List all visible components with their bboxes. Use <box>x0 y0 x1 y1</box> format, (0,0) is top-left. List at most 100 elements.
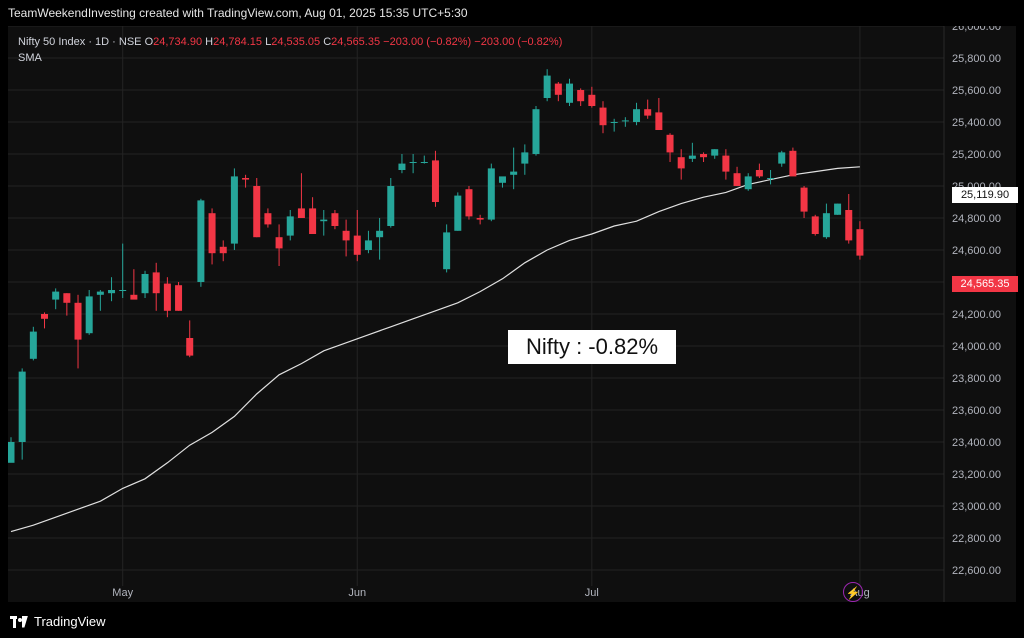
candle-body <box>834 203 842 215</box>
price-chart[interactable]: 22,600.00 22,800.00 23,000.00 23,200.00 23,4… <box>8 26 1016 602</box>
candle-body <box>18 371 26 442</box>
candle-body <box>688 155 696 159</box>
candle-body <box>85 296 93 334</box>
tradingview-logo-icon <box>10 615 28 628</box>
y-tick-label: 23,400.00 <box>952 437 1001 449</box>
candle-body <box>666 134 674 153</box>
candle-body <box>644 109 652 116</box>
candle-body <box>487 168 495 220</box>
lightning-icon[interactable]: ⚡ <box>843 582 863 602</box>
y-tick-label: 25,800.00 <box>952 53 1001 65</box>
candle-body <box>677 157 685 169</box>
y-tick-label: 23,600.00 <box>952 405 1001 417</box>
candle-body <box>320 219 328 222</box>
candle-body <box>733 173 741 186</box>
candle-body <box>52 291 60 300</box>
candle-body <box>744 176 752 190</box>
y-tick-label: 25,600.00 <box>952 85 1001 97</box>
candle-body <box>364 240 372 250</box>
footer-bar: TradingView <box>0 606 1024 638</box>
candle-body <box>387 186 395 226</box>
candle-body <box>845 210 853 241</box>
candle-body <box>264 213 272 225</box>
candle-body <box>566 83 573 103</box>
chart-legend: Nifty 50 Index · 1D · NSE O24,734.90 H24… <box>18 34 562 66</box>
candle-body <box>96 291 104 295</box>
candle-body <box>398 163 406 170</box>
legend-row-ohlc: Nifty 50 Index · 1D · NSE O24,734.90 H24… <box>18 34 562 50</box>
candle-body <box>275 237 283 249</box>
candle-body <box>755 170 763 177</box>
legend-high: 24,784.15 <box>213 36 263 48</box>
y-tick-label: 24,800.00 <box>952 213 1001 225</box>
candle-body <box>822 213 830 238</box>
candle-body <box>63 293 71 303</box>
candle-body <box>532 109 540 154</box>
x-tick-label: Jun <box>348 587 366 599</box>
x-tick-label: Jul <box>585 587 599 599</box>
candle-body <box>342 230 350 241</box>
candle-body <box>700 154 708 158</box>
y-tick-label: 23,200.00 <box>952 469 1001 481</box>
chart-panel[interactable]: 22,600.00 22,800.00 23,000.00 23,200.00 23,4… <box>8 26 1018 602</box>
candle-body <box>353 235 361 255</box>
legend-open: 24,734.90 <box>153 36 203 48</box>
candle-body <box>29 331 37 359</box>
candle-body <box>376 230 384 238</box>
candle-body <box>74 302 82 340</box>
candle-body <box>800 187 808 212</box>
candle-body <box>789 150 797 177</box>
candle-body <box>8 442 15 463</box>
candle-body <box>208 213 216 254</box>
candle-body <box>856 229 864 256</box>
legend-close: 24,565.35 <box>331 36 381 48</box>
candle-body <box>152 272 160 294</box>
tradingview-logo[interactable]: TradingView <box>10 614 106 629</box>
candle-body <box>242 178 250 180</box>
candle-body <box>197 200 205 282</box>
y-tick-label: 25,200.00 <box>952 149 1001 161</box>
y-tick-label: 24,600.00 <box>952 245 1001 257</box>
candle-body <box>141 274 149 294</box>
candle-body <box>443 232 451 270</box>
candle-body <box>778 152 786 164</box>
candle-body <box>711 149 719 156</box>
candle-body <box>722 155 730 172</box>
candle-body <box>130 294 138 300</box>
candle-body <box>510 171 518 175</box>
candle-body <box>253 186 261 238</box>
candle-body <box>610 122 618 123</box>
candle-body <box>309 208 317 234</box>
y-tick-label: 23,800.00 <box>952 373 1001 385</box>
x-tick-label: May <box>112 587 133 599</box>
candle-body <box>119 290 127 291</box>
legend-symbol: Nifty 50 Index · 1D · NSE <box>18 36 142 48</box>
y-tick-label: 26,000.00 <box>952 26 1001 33</box>
candle-body <box>175 285 183 311</box>
candle-body <box>577 90 585 102</box>
legend-close-label: C <box>323 36 332 48</box>
candle-body <box>230 176 238 244</box>
legend-low: 24,535.05 <box>271 36 321 48</box>
y-tick-label: 22,800.00 <box>952 533 1001 545</box>
sma-price-tag: 25,119.90 <box>952 187 1018 203</box>
candle-body <box>476 218 484 220</box>
candle-body <box>521 152 529 164</box>
candle-body <box>543 75 551 98</box>
candle-body <box>331 213 339 226</box>
candle-body <box>420 162 428 163</box>
legend-indicator: SMA <box>18 52 42 64</box>
candle-body <box>163 283 171 311</box>
candle-body <box>431 160 439 202</box>
candle-body <box>108 290 116 294</box>
candle-body <box>186 338 194 356</box>
candle-body <box>454 195 462 231</box>
candle-body <box>811 216 819 234</box>
candle-body <box>767 178 775 179</box>
last-price-tag: 24,565.35 <box>952 276 1018 292</box>
y-tick-label: 22,600.00 <box>952 565 1001 577</box>
y-tick-label: 24,200.00 <box>952 309 1001 321</box>
chart-caption-bar: TeamWeekendInvesting created with Tradin… <box>0 0 1024 26</box>
candle-body <box>297 208 305 218</box>
candle-body <box>599 107 607 126</box>
